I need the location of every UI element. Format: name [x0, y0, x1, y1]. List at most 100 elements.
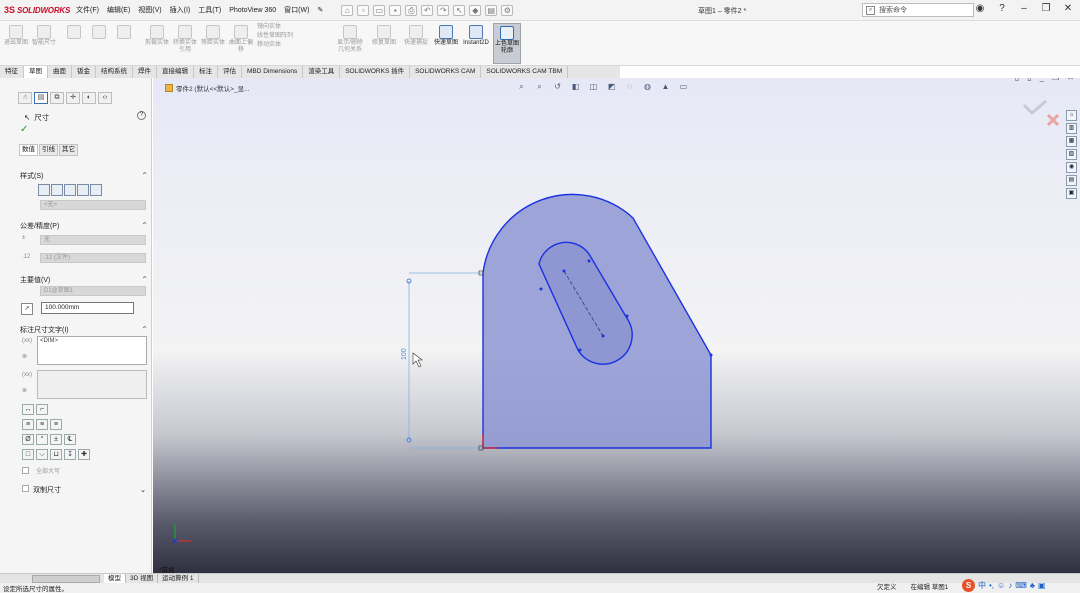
exit-sketch-button[interactable]: 退出草图 — [2, 23, 30, 47]
sketch-point[interactable] — [539, 287, 543, 291]
tab-weldments[interactable]: 焊件 — [133, 66, 157, 78]
print-icon[interactable]: ⎙ — [405, 4, 418, 16]
file-explorer-icon[interactable]: ▧ — [1066, 149, 1077, 160]
help-icon[interactable]: ? — [996, 3, 1008, 14]
save-style-icon[interactable] — [90, 184, 102, 196]
tab-mbd-dimensions[interactable]: MBD Dimensions — [242, 66, 304, 78]
countersink-icon[interactable]: ⌵ — [36, 449, 48, 460]
quick-snaps-button[interactable]: 快速捕捉 — [402, 23, 430, 47]
tab-sketch[interactable]: 草图 — [24, 66, 48, 78]
tab-motion-study[interactable]: 运动算例 1 — [158, 574, 199, 583]
precision-select[interactable]: .12 (文件) — [40, 253, 146, 263]
mirror-entities-button[interactable]: 镜向实体 — [257, 23, 327, 32]
tab-addins[interactable]: SOLIDWORKS 插件 — [340, 66, 411, 78]
pin-icon[interactable]: ✎ — [313, 6, 327, 14]
arrow-inside-icon[interactable]: ↔ — [22, 404, 34, 415]
dual-dimension-section[interactable]: 双制尺寸 ⌄ — [22, 485, 146, 495]
options-gear-icon[interactable]: ⚙ — [501, 4, 514, 16]
shaded-sketch-contours-button[interactable]: 上色草图轮廓 — [493, 23, 521, 64]
slot-center-point-2[interactable] — [601, 334, 605, 338]
restore-icon[interactable]: ❐ — [1040, 3, 1052, 14]
counterbore-icon[interactable]: ⊔ — [50, 449, 62, 460]
dimension-text-below-field[interactable] — [37, 370, 147, 399]
ime-punct-icon[interactable]: •, — [989, 581, 994, 590]
home-icon[interactable]: ⌂ — [1066, 110, 1077, 121]
sketch-point[interactable] — [578, 348, 582, 352]
menu-photoview[interactable]: PhotoView 360 — [225, 7, 280, 14]
search-commands-input[interactable]: ⌕ 搜索命令 — [862, 3, 974, 17]
undo-icon[interactable]: ↶ — [421, 4, 434, 16]
ime-skin-icon[interactable]: ♣ — [1030, 581, 1035, 590]
align-left-icon[interactable]: ≡ — [22, 419, 34, 430]
new-file-icon[interactable]: ▫ — [357, 4, 370, 16]
tab-markup[interactable]: 标注 — [194, 66, 218, 78]
dim-text-above-icon[interactable]: (xx) — [22, 338, 32, 344]
dimension-text-section-header[interactable]: 标注尺寸文字(I) ⌃ — [20, 325, 148, 335]
degree-icon[interactable]: ° — [36, 434, 48, 445]
community-icon[interactable]: ▣ — [1066, 188, 1077, 199]
sketch-point[interactable] — [625, 314, 629, 318]
design-library-icon[interactable]: ▦ — [1066, 136, 1077, 147]
ok-checkmark-icon[interactable]: ✓ — [20, 124, 28, 135]
resources-icon[interactable]: ▥ — [1066, 123, 1077, 134]
tab-sheet-metal[interactable]: 钣金 — [72, 66, 96, 78]
tab-value[interactable]: 数值 — [19, 144, 38, 156]
tab-render-tools[interactable]: 渲染工具 — [303, 66, 341, 78]
align-right-icon[interactable]: ≡ — [50, 419, 62, 430]
more-symbols-icon[interactable]: ✚ — [78, 449, 90, 460]
primary-value-section-header[interactable]: 主要值(V) ⌃ — [20, 275, 148, 285]
menu-view[interactable]: 视图(V) — [134, 5, 165, 15]
dual-dimension-checkbox[interactable] — [22, 485, 29, 492]
dim-xpert-icon[interactable]: ✛ — [66, 92, 80, 104]
file-properties-icon[interactable]: ▤ — [485, 4, 498, 16]
ime-emoji-icon[interactable]: ☺ — [997, 581, 1005, 590]
display-relations-button[interactable]: 显示/删除几何关系 — [336, 23, 364, 54]
tab-cam[interactable]: SOLIDWORKS CAM — [410, 66, 482, 78]
tab-leaders[interactable]: 引线 — [39, 144, 58, 156]
user-icon[interactable]: ◉ — [974, 3, 986, 14]
linear-pattern-button[interactable]: 线性草图阵列 — [257, 32, 327, 41]
smart-dimension-button[interactable]: 智能尺寸 — [30, 23, 58, 47]
ime-tools-icon[interactable]: ▣ — [1038, 581, 1046, 590]
menu-insert[interactable]: 插入(I) — [166, 5, 195, 15]
sketch-canvas[interactable]: 100 — [153, 78, 1080, 573]
tab-3d-views[interactable]: 3D 视图 — [126, 574, 159, 583]
update-style-icon[interactable] — [64, 184, 76, 196]
tab-navigation-arrows[interactable] — [32, 574, 100, 583]
slot-center-point-1[interactable] — [562, 269, 566, 273]
repair-sketch-button[interactable]: 修复草图 — [370, 23, 398, 47]
style-section-header[interactable]: 样式(S) ⌃ — [20, 171, 148, 181]
dimension-text-field[interactable]: <DIM> — [37, 336, 147, 365]
rebuild-icon[interactable]: ◆ — [469, 4, 482, 16]
plus-minus-icon[interactable]: ± — [50, 434, 62, 445]
tab-features[interactable]: 特征 — [0, 66, 24, 78]
depth-icon[interactable]: ↧ — [64, 449, 76, 460]
tab-other[interactable]: 其它 — [59, 144, 78, 156]
menu-file[interactable]: 文件(F) — [72, 5, 103, 15]
ime-keyboard-icon[interactable]: ⌨ — [1015, 581, 1027, 590]
definition-status[interactable]: 欠定义 — [877, 583, 897, 593]
custom-properties-icon[interactable]: ▤ — [1066, 175, 1077, 186]
close-icon[interactable]: ✕ — [1062, 3, 1074, 14]
trim-entities-button[interactable]: 剪裁实体 — [143, 23, 171, 47]
help-icon[interactable]: ? — [137, 111, 146, 120]
tab-surfaces[interactable]: 曲面 — [48, 66, 72, 78]
dim-text-below-icon[interactable]: (xx) — [22, 372, 32, 378]
tab-evaluate[interactable]: 评估 — [218, 66, 242, 78]
menu-tools[interactable]: 工具(T) — [194, 5, 225, 15]
style-select[interactable]: <无> — [40, 200, 146, 210]
dim-text-below-link-icon[interactable]: ⊗ — [22, 387, 27, 394]
instant2d-button[interactable]: Instant2D — [460, 23, 492, 47]
redo-icon[interactable]: ↷ — [437, 4, 450, 16]
tolerance-type-select[interactable]: 无 — [40, 235, 146, 245]
centerline-icon[interactable]: ℄ — [64, 434, 76, 445]
dimension-value-input[interactable]: 100.000mm — [41, 302, 134, 314]
menu-edit[interactable]: 编辑(E) — [103, 5, 134, 15]
dim-expert-icon[interactable]: ☝ — [18, 92, 32, 104]
display-manager-icon[interactable]: ◐ — [82, 92, 96, 104]
minimize-icon[interactable]: – — [1018, 3, 1030, 14]
diameter-icon[interactable]: Ø — [22, 434, 34, 445]
delete-style-icon[interactable] — [77, 184, 89, 196]
configuration-manager-icon[interactable]: ⧉ — [50, 92, 64, 104]
solidworks-logo[interactable]: 3S SOLIDWORKS — [0, 5, 72, 15]
